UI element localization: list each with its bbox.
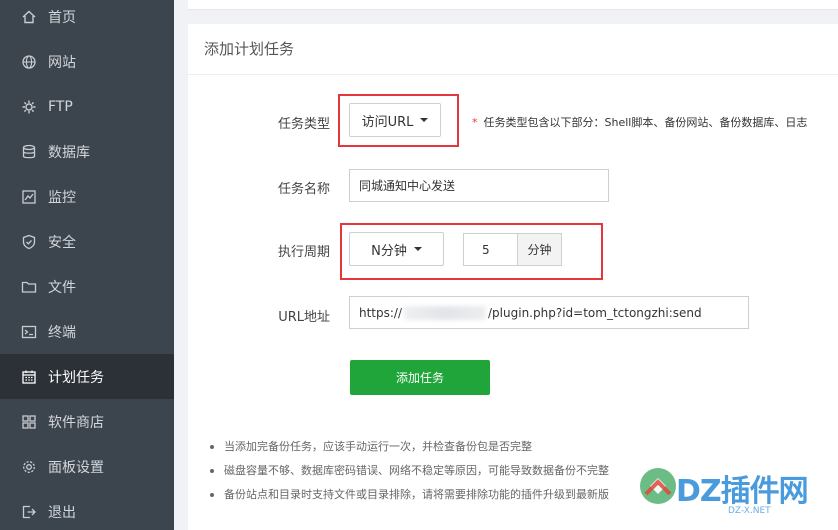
add-cron-task-panel: 添加计划任务 任务类型 访问URL * 任务类型包含以下部分：Shell脚本、备份… (188, 24, 838, 530)
task-type-hint-text: 任务类型包含以下部分：Shell脚本、备份网站、备份数据库、日志 (483, 116, 808, 129)
cycle-unit-addon: 分钟 (517, 233, 562, 266)
sidebar-item-terminal[interactable]: 终端 (0, 309, 174, 354)
redacted-domain (404, 305, 487, 320)
sidebar-item-cron[interactable]: 计划任务 (0, 354, 174, 399)
url-input[interactable]: https:// /plugin.php?id=tom_tctongzhi:sen… (349, 296, 749, 329)
terminal-icon (21, 324, 37, 340)
sidebar-item-ftp[interactable]: FTP (0, 84, 174, 129)
task-name-label: 任务名称 (277, 182, 330, 197)
sidebar-item-website[interactable]: 网站 (0, 39, 174, 84)
task-name-input[interactable]: 同城通知中心发送 (349, 169, 609, 202)
caret-down-icon (413, 247, 422, 251)
sidebar-item-label: 文件 (48, 279, 76, 296)
url-label: URL地址 (278, 310, 330, 325)
grid-icon (21, 414, 37, 430)
sidebar-item-files[interactable]: 文件 (0, 264, 174, 309)
gear-icon (21, 459, 37, 475)
sidebar: 首页 网站 FTP 数据库 监控 安全 文件 终端 计划任务 软件商店 面板设置… (0, 0, 174, 530)
cycle-label: 执行周期 (277, 245, 330, 260)
url-prefix: https:// (359, 305, 403, 320)
sidebar-item-label: FTP (48, 98, 73, 115)
sidebar-item-label: 终端 (48, 324, 76, 341)
sidebar-item-settings[interactable]: 面板设置 (0, 444, 174, 489)
list-item: 当添加完备份任务，应该手动运行一次，并检查备份包是否完整 (208, 439, 828, 463)
cycle-amount-input[interactable]: 5 (463, 233, 519, 266)
sidebar-item-label: 软件商店 (48, 414, 104, 431)
task-type-value: 访问URL (361, 114, 414, 130)
sidebar-item-store[interactable]: 软件商店 (0, 399, 174, 444)
cycle-value: N分钟 (371, 243, 407, 259)
task-type-hint: * 任务类型包含以下部分：Shell脚本、备份网站、备份数据库、日志 (472, 114, 807, 130)
watermark-logo-icon (640, 468, 676, 504)
home-icon (21, 9, 37, 25)
sidebar-item-logout[interactable]: 退出 (0, 489, 174, 530)
watermark: DZ插件网 DZ-X.NET (636, 462, 836, 526)
task-type-dropdown[interactable]: 访问URL (349, 103, 441, 137)
database-icon (21, 144, 37, 160)
sidebar-item-label: 安全 (48, 234, 76, 251)
sidebar-item-label: 首页 (48, 9, 76, 26)
globe-icon (21, 54, 37, 70)
watermark-text: DZ插件网 (676, 474, 809, 509)
folder-icon (21, 279, 37, 295)
sidebar-item-label: 数据库 (48, 144, 90, 161)
page-title: 添加计划任务 (204, 40, 295, 58)
sidebar-item-monitor[interactable]: 监控 (0, 174, 174, 219)
monitor-icon (21, 189, 37, 205)
top-panel (188, 0, 838, 10)
watermark-subtext: DZ-X.NET (728, 506, 771, 516)
url-suffix: /plugin.php?id=tom_tctongzhi:send (488, 305, 702, 320)
sidebar-item-home[interactable]: 首页 (0, 0, 174, 39)
sidebar-item-security[interactable]: 安全 (0, 219, 174, 264)
sidebar-item-database[interactable]: 数据库 (0, 129, 174, 174)
caret-down-icon (420, 118, 429, 122)
add-task-button[interactable]: 添加任务 (350, 360, 490, 395)
sidebar-item-label: 计划任务 (48, 369, 104, 386)
task-type-label: 任务类型 (277, 117, 330, 132)
title-divider (188, 74, 838, 75)
required-star: * (472, 116, 478, 129)
sidebar-item-label: 退出 (48, 504, 76, 521)
sidebar-item-label: 网站 (48, 54, 76, 71)
ftp-icon (21, 99, 37, 115)
cycle-amount-value: 5 (482, 242, 490, 257)
logout-icon (21, 504, 37, 520)
sidebar-item-label: 监控 (48, 189, 76, 206)
calendar-icon (21, 369, 37, 385)
cycle-dropdown[interactable]: N分钟 (349, 232, 444, 266)
shield-icon (21, 234, 37, 250)
sidebar-item-label: 面板设置 (48, 459, 104, 476)
task-name-value: 同城通知中心发送 (359, 179, 456, 193)
